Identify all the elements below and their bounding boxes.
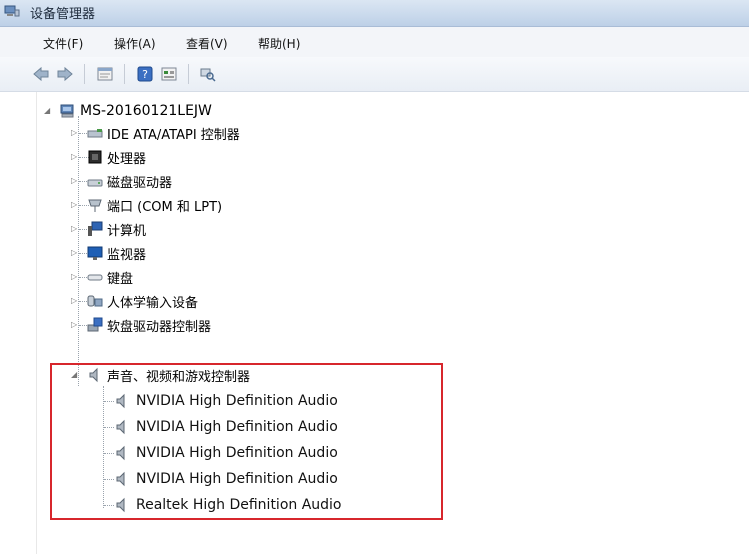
tree-item-processor[interactable]: 处理器 xyxy=(87,146,146,168)
svg-text:?: ? xyxy=(142,68,148,81)
tree-item-label: 键盘 xyxy=(107,271,134,287)
toolbar-separator xyxy=(124,64,125,84)
toolbar: ? xyxy=(0,57,749,92)
expand-arrow-icon[interactable]: ▷ xyxy=(71,194,77,216)
tree-item-label: 磁盘驱动器 xyxy=(107,175,173,191)
tree-item-label: 计算机 xyxy=(107,223,147,239)
window-title: 设备管理器 xyxy=(30,7,96,22)
menu-file[interactable]: 文件(F) xyxy=(43,35,83,52)
ide-controller-icon xyxy=(87,129,103,138)
menu-help[interactable]: 帮助(H) xyxy=(258,35,300,52)
tree-root[interactable]: MS-20160121LEJW xyxy=(60,100,212,122)
menu-action[interactable]: 操作(A) xyxy=(114,35,156,52)
expand-arrow-icon[interactable]: ▷ xyxy=(71,242,77,264)
toolbar-separator xyxy=(84,64,85,84)
tree-item-label: 处理器 xyxy=(107,151,147,167)
tree-item-port[interactable]: 端口 (COM 和 LPT) xyxy=(87,194,222,216)
keyboard-icon xyxy=(87,274,103,281)
toolbar-separator xyxy=(188,64,189,84)
expand-arrow-icon[interactable]: ▷ xyxy=(71,266,77,288)
expand-arrow-icon[interactable]: ▷ xyxy=(71,290,77,312)
disk-drive-icon xyxy=(87,179,103,187)
highlight-box xyxy=(50,363,443,520)
menu-bar: 文件(F) 操作(A) 查看(V) 帮助(H) xyxy=(0,27,749,57)
tree-item-label: IDE ATA/ATAPI 控制器 xyxy=(107,127,240,143)
forward-arrow-icon[interactable] xyxy=(56,66,74,82)
tree-item-disk[interactable]: 磁盘驱动器 xyxy=(87,170,172,192)
expand-arrow-icon[interactable]: ▷ xyxy=(71,122,77,144)
computer-tree-icon xyxy=(60,104,74,118)
monitor-icon xyxy=(87,246,103,260)
collapse-arrow-icon[interactable]: ◢ xyxy=(44,100,50,122)
tree-item-label: 监视器 xyxy=(107,247,147,263)
port-icon xyxy=(88,199,102,212)
computer-icon xyxy=(88,221,103,236)
properties-icon[interactable] xyxy=(96,66,114,82)
expand-arrow-icon[interactable]: ▷ xyxy=(71,146,77,168)
tree-item-label: 人体学输入设备 xyxy=(107,295,199,311)
tree-item-hid[interactable]: 人体学输入设备 xyxy=(87,290,198,312)
tree-item-monitor[interactable]: 监视器 xyxy=(87,242,146,264)
help-icon[interactable]: ? xyxy=(136,66,154,82)
back-arrow-icon[interactable] xyxy=(32,66,50,82)
floppy-controller-icon xyxy=(87,317,103,332)
tree-item-floppy[interactable]: 软盘驱动器控制器 xyxy=(87,314,211,336)
expand-arrow-icon[interactable]: ▷ xyxy=(71,170,77,192)
tree-item-label: 端口 (COM 和 LPT) xyxy=(107,199,223,215)
processor-icon xyxy=(88,150,102,164)
title-bar: 设备管理器 xyxy=(0,0,749,27)
tree-item-label: 软盘驱动器控制器 xyxy=(107,319,212,335)
tree-item-ide[interactable]: IDE ATA/ATAPI 控制器 xyxy=(87,122,240,144)
tree-item-keyboard[interactable]: 键盘 xyxy=(87,266,133,288)
hid-icon xyxy=(87,295,103,307)
expand-arrow-icon[interactable]: ▷ xyxy=(71,218,77,240)
tree-item-computer[interactable]: 计算机 xyxy=(87,218,146,240)
view-icon[interactable] xyxy=(160,66,178,82)
menu-view[interactable]: 查看(V) xyxy=(186,35,228,52)
expand-arrow-icon[interactable]: ▷ xyxy=(71,314,77,336)
tree-root-label: MS-20160121LEJW xyxy=(80,103,212,119)
device-manager-icon xyxy=(4,5,20,17)
scan-hardware-icon[interactable] xyxy=(198,66,216,82)
